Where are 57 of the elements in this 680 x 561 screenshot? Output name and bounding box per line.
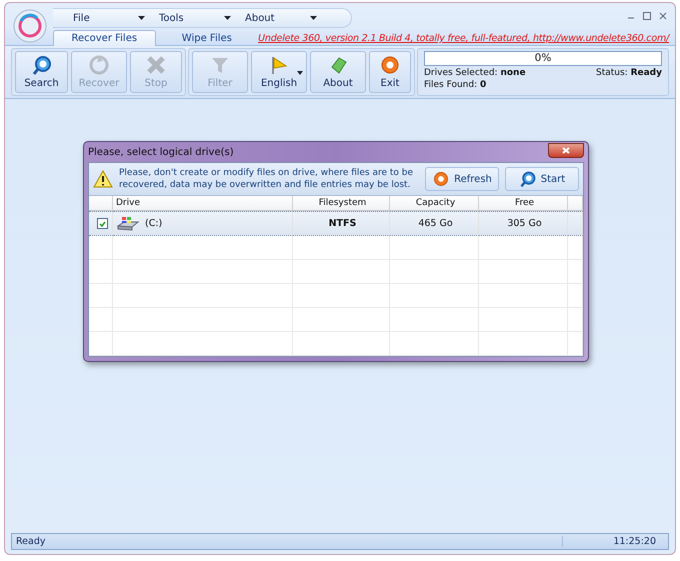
toolbar-button[interactable]: Search (15, 51, 68, 93)
empty-table-cell (568, 284, 583, 308)
empty-table-cell (89, 308, 113, 332)
empty-table-cell (89, 284, 113, 308)
empty-table-cell (568, 260, 583, 284)
column-header[interactable]: Filesystem (293, 196, 390, 211)
website-link[interactable]: Undelete 360, version 2.1 Build 4, totally free, full-featured, http://www.undelete360.com/ (258, 33, 669, 44)
tab[interactable]: Recover Files (53, 30, 156, 46)
maximize-icon[interactable] (643, 12, 651, 20)
table-cell: 305 Go (479, 211, 568, 236)
table-cell (568, 211, 583, 236)
checkbox[interactable] (96, 218, 108, 229)
toolbar-button[interactable]: About (310, 51, 366, 93)
toolbar-button[interactable]: English (251, 51, 307, 93)
drive-icon (116, 216, 140, 232)
column-header[interactable]: Drive (113, 196, 293, 211)
drives-selected-text: Drives Selected: none (424, 68, 526, 78)
menu-item[interactable]: About (245, 9, 331, 27)
warning-message: Please, don't create or modify files on drive, where files are to be recovered, data may be overwritten and file entries may be lost. (119, 167, 414, 191)
search-icon (30, 54, 52, 76)
caret-icon (138, 16, 145, 20)
table-cell: 465 Go (390, 211, 479, 236)
column-header[interactable]: Free (479, 196, 568, 211)
toolbar-button[interactable]: Exit (369, 51, 411, 93)
ring-icon (432, 170, 450, 188)
dialog-button[interactable]: Start (505, 167, 579, 191)
checkmark-icon (98, 220, 106, 226)
empty-table-cell (89, 332, 113, 356)
status-text: Status: Ready (596, 68, 662, 78)
warning-icon (93, 170, 113, 188)
search-icon (518, 170, 537, 188)
dialog-close-button[interactable] (548, 142, 584, 158)
tab[interactable]: Wipe Files (156, 30, 258, 46)
caret-icon (224, 16, 231, 20)
column-header (89, 196, 113, 211)
close-icon (562, 146, 570, 154)
table-cell: NTFS (293, 211, 390, 236)
progress-reading: 0% (534, 52, 552, 65)
empty-table-cell (568, 308, 583, 332)
files-found-text: Files Found: 0 (424, 80, 486, 90)
dialog-title: Please, select logical drive(s) (88, 146, 234, 158)
caret-icon (297, 71, 303, 75)
empty-table-cell (89, 236, 113, 260)
status-bar-time: 11:25:20 (562, 536, 668, 547)
empty-table-cell (89, 260, 113, 284)
caret-icon (310, 16, 317, 20)
column-header (568, 196, 583, 211)
dialog-button[interactable]: Refresh (425, 167, 499, 191)
drive-name: (C:) (145, 218, 162, 229)
menu-item[interactable]: File (73, 9, 159, 27)
close-icon[interactable] (659, 12, 667, 20)
x-icon (145, 54, 167, 76)
status-bar-text: Ready (15, 536, 46, 547)
ring-icon (379, 54, 401, 76)
empty-table-cell (568, 332, 583, 356)
menu-item[interactable]: Tools (159, 9, 245, 27)
column-header[interactable]: Capacity (390, 196, 479, 211)
